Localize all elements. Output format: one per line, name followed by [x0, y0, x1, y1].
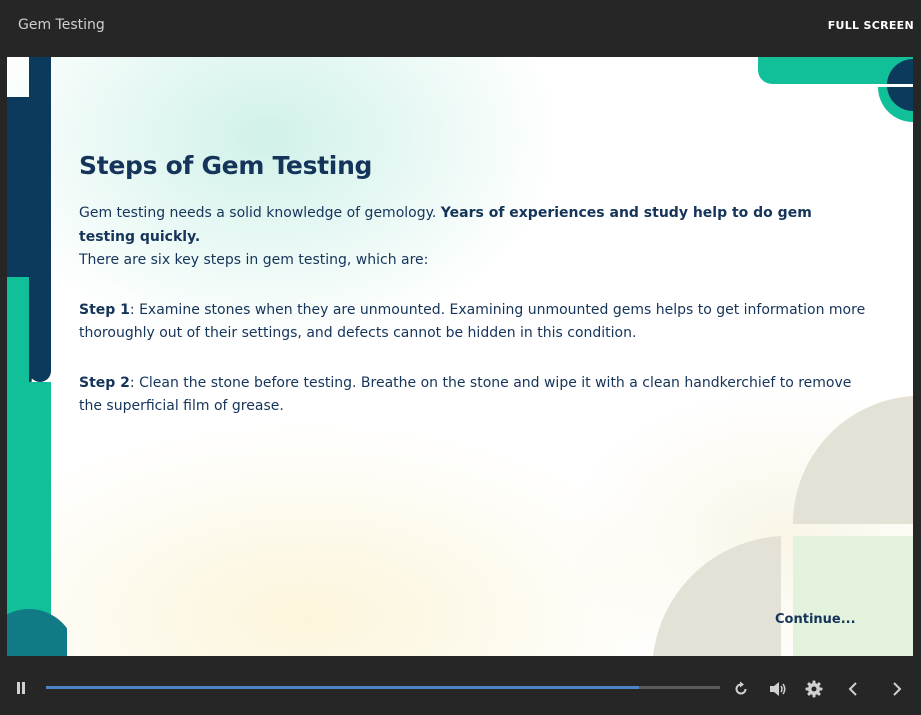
chevron-left-icon[interactable]	[847, 681, 859, 697]
step-1-text: : Examine stones when they are unmounted…	[79, 301, 866, 342]
pause-icon[interactable]	[15, 681, 27, 695]
step-2-text: : Clean the stone before testing. Breath…	[79, 374, 852, 415]
replay-icon[interactable]	[733, 681, 749, 697]
slide-content: Steps of Gem Testing Gem testing needs a…	[79, 151, 869, 419]
teal-column	[7, 277, 29, 656]
progress-fill	[46, 686, 640, 689]
step-1-paragraph: Step 1: Examine stones when they are unm…	[79, 299, 869, 346]
top-right-decoration	[758, 57, 913, 122]
progress-bar[interactable]	[46, 686, 720, 689]
mint-block	[793, 536, 913, 656]
white-wedge	[878, 84, 913, 87]
beige-quarter-left	[653, 536, 781, 656]
dark-teal-circle	[7, 609, 67, 656]
intro-text-2: There are six key steps in gem testing, …	[79, 252, 429, 268]
player-controls	[0, 657, 921, 715]
slide-canvas: Steps of Gem Testing Gem testing needs a…	[7, 57, 913, 656]
chevron-right-icon[interactable]	[891, 681, 903, 697]
navy-column	[29, 142, 51, 382]
step-1-label: Step 1	[79, 301, 130, 318]
fullscreen-button[interactable]: FULL SCREEN	[828, 19, 914, 32]
step-2-paragraph: Step 2: Clean the stone before testing. …	[79, 372, 869, 419]
gear-icon[interactable]	[805, 680, 823, 698]
volume-icon[interactable]	[769, 681, 787, 697]
teal-column-cap	[7, 277, 29, 299]
intro-paragraph: Gem testing needs a solid knowledge of g…	[79, 202, 869, 273]
course-title: Gem Testing	[18, 17, 105, 33]
left-decoration	[7, 57, 67, 656]
intro-text: Gem testing needs a solid knowledge of g…	[79, 205, 441, 221]
step-2-label: Step 2	[79, 374, 130, 391]
top-bar: Gem Testing FULL SCREEN	[0, 0, 921, 56]
continue-link[interactable]: Continue...	[775, 612, 856, 627]
slide-heading: Steps of Gem Testing	[79, 151, 373, 180]
